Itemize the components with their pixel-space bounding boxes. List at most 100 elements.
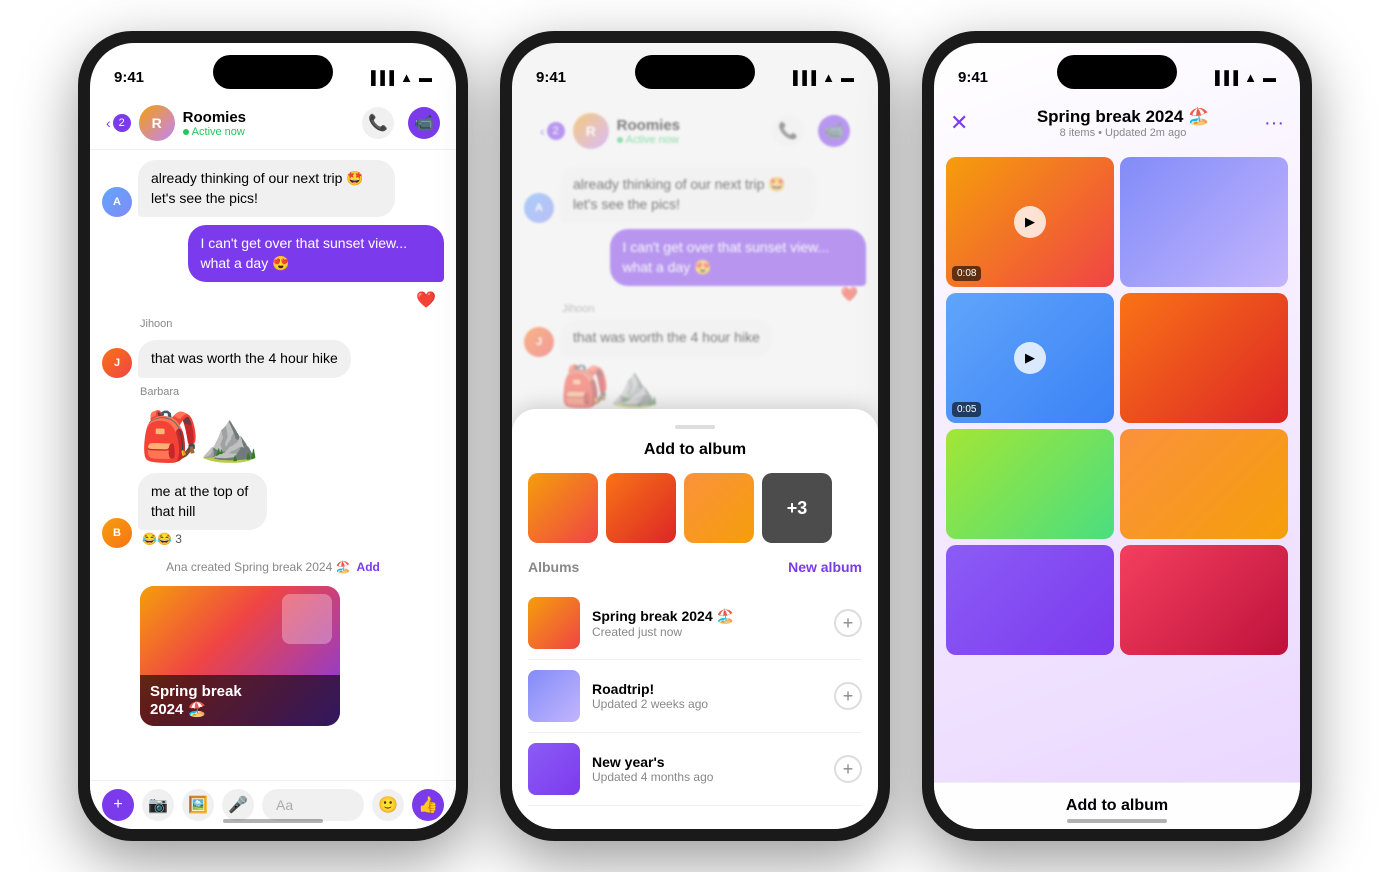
online-dot-1 (183, 129, 189, 135)
album-card-title: Spring break2024 🏖️ (140, 675, 340, 726)
album-info-2: Roadtrip! Updated 2 weeks ago (592, 681, 822, 711)
avatar-1: A (102, 187, 132, 217)
blurred-actions: 📞 📹 (772, 115, 850, 147)
time-3: 9:41 (958, 69, 988, 86)
grid-item-7[interactable] (946, 545, 1114, 655)
status-text-1: Active now (192, 126, 245, 138)
video-duration-1: 0:08 (952, 266, 981, 281)
blurred-sender-j: Jihoon (562, 303, 866, 315)
chat-body-1: A already thinking of our next trip 🤩 le… (90, 150, 456, 756)
sticker-mountain: 🎒⛰️ (140, 408, 444, 465)
msg-bubble-4: me at the top of that hill (138, 473, 267, 530)
blurred-dot (617, 137, 623, 143)
add-album-btn-3[interactable]: + (834, 755, 862, 783)
album-meta-2: Updated 2 weeks ago (592, 697, 822, 711)
grid-item-2[interactable] (1120, 157, 1288, 287)
photo-button[interactable]: 🖼️ (182, 789, 214, 821)
albums-label: Albums (528, 559, 579, 575)
close-button[interactable]: ✕ (950, 110, 982, 136)
play-icon-2: ▶ (1014, 342, 1046, 374)
album-card[interactable]: Spring break2024 🏖️ (140, 586, 340, 726)
blurred-status: Active now (617, 134, 764, 146)
album-meta-3: Updated 4 months ago (592, 770, 822, 784)
photo-thumb-more[interactable]: +3 (762, 473, 832, 543)
home-indicator-3 (1067, 819, 1167, 823)
album-name-3: New year's (592, 754, 822, 770)
photo-thumb-3[interactable] (684, 473, 754, 543)
chevron-left-icon: ‹ (106, 115, 111, 131)
blurred-back: ‹ 2 (540, 122, 565, 140)
chat-header-1: ‹ 2 R Roomies Active now 📞 📹 (90, 97, 456, 150)
signal-icon-2: ▐▐▐ (788, 70, 816, 85)
blurred-header: ‹ 2 R Roomies Active now 📞 📹 (524, 105, 866, 158)
camera-button[interactable]: 📷 (142, 789, 174, 821)
header-actions-1: 📞 📹 (362, 107, 440, 139)
album-row-2[interactable]: Roadtrip! Updated 2 weeks ago + (528, 660, 862, 733)
phone-call-icon[interactable]: 📞 (362, 107, 394, 139)
blurred-msg-text-1: already thinking of our next trip 🤩 let'… (560, 166, 817, 223)
emoji-button[interactable]: 🙂 (372, 789, 404, 821)
blurred-chat: ‹ 2 R Roomies Active now 📞 📹 (512, 97, 878, 418)
add-button[interactable]: + (102, 789, 134, 821)
new-album-button[interactable]: New album (788, 559, 862, 575)
sender-barbara: Barbara (140, 386, 444, 398)
album-title-section: Spring break 2024 🏖️ 8 items • Updated 2… (990, 107, 1256, 139)
battery-icon: ▬ (419, 70, 432, 85)
grid-item-5[interactable] (946, 429, 1114, 539)
notif-text: Ana created Spring break 2024 🏖️ (166, 560, 350, 574)
back-button-1[interactable]: ‹ 2 (106, 114, 131, 132)
add-link[interactable]: Add (357, 560, 380, 574)
blurred-status-text: Active now (626, 134, 679, 146)
chat-name-1: Roomies (183, 109, 354, 126)
dynamic-island-1 (213, 55, 333, 89)
like-button[interactable]: 👍 (412, 789, 444, 821)
status-icons-3: ▐▐▐ ▲ ▬ (1210, 70, 1276, 85)
album-name-2: Roadtrip! (592, 681, 822, 697)
time-2: 9:41 (536, 69, 566, 86)
grid-item-6[interactable] (1120, 429, 1288, 539)
photo-thumb-2[interactable] (606, 473, 676, 543)
avatar-jihoon: J (102, 348, 132, 378)
blurred-sticker: 🎒⛰️ (560, 363, 866, 410)
grid-item-4[interactable] (1120, 293, 1288, 423)
album-row-3[interactable]: New year's Updated 4 months ago + (528, 733, 862, 806)
album-grid: ▶ 0:08 ▶ 0:05 (934, 149, 1300, 663)
album-thumb-1 (528, 597, 580, 649)
chat-status-1: Active now (183, 126, 354, 138)
msg-row-3: J that was worth the 4 hour hike (102, 340, 444, 378)
album-notif: Ana created Spring break 2024 🏖️ Add (102, 556, 444, 578)
photo-thumb-1[interactable] (528, 473, 598, 543)
blurred-messages: A already thinking of our next trip 🤩 le… (524, 166, 866, 410)
add-album-btn-2[interactable]: + (834, 682, 862, 710)
msg-row-2: I can't get over that sunset view... wha… (102, 225, 444, 282)
video-duration-2: 0:05 (952, 402, 981, 417)
more-options-button[interactable]: ··· (1264, 112, 1284, 135)
blurred-heart: ❤️ (524, 286, 866, 303)
time-1: 9:41 (114, 69, 144, 86)
grid-item-8[interactable] (1120, 545, 1288, 655)
msg-bubble-1: already thinking of our next trip 🤩 let'… (138, 160, 395, 217)
play-icon-1: ▶ (1014, 206, 1046, 238)
blurred-info: Roomies Active now (617, 117, 764, 146)
back-badge-1: 2 (113, 114, 131, 132)
grid-item-1[interactable]: ▶ 0:08 (946, 157, 1114, 287)
signal-icon: ▐▐▐ (366, 70, 394, 85)
sender-jihoon: Jihoon (140, 318, 444, 330)
msg-row-4: B me at the top of that hill 😂😂 3 (102, 473, 444, 548)
dynamic-island-3 (1057, 55, 1177, 89)
status-icons-2: ▐▐▐ ▲ ▬ (788, 70, 854, 85)
wifi-icon-2: ▲ (822, 70, 835, 85)
phone-2: 9:41 ▐▐▐ ▲ ▬ ‹ 2 R Roomies (500, 31, 890, 841)
mic-button[interactable]: 🎤 (222, 789, 254, 821)
album-info-1: Spring break 2024 🏖️ Created just now (592, 608, 822, 639)
video-call-icon[interactable]: 📹 (408, 107, 440, 139)
add-album-btn-1[interactable]: + (834, 609, 862, 637)
album-row-1[interactable]: Spring break 2024 🏖️ Created just now + (528, 587, 862, 660)
album-name-1: Spring break 2024 🏖️ (592, 608, 822, 625)
grid-item-3[interactable]: ▶ 0:05 (946, 293, 1114, 423)
message-input[interactable]: Aa (262, 789, 364, 821)
album-thumb-3 (528, 743, 580, 795)
wifi-icon: ▲ (400, 70, 413, 85)
msg-bubble-2: I can't get over that sunset view... wha… (188, 225, 445, 282)
album-meta-1: Created just now (592, 625, 822, 639)
